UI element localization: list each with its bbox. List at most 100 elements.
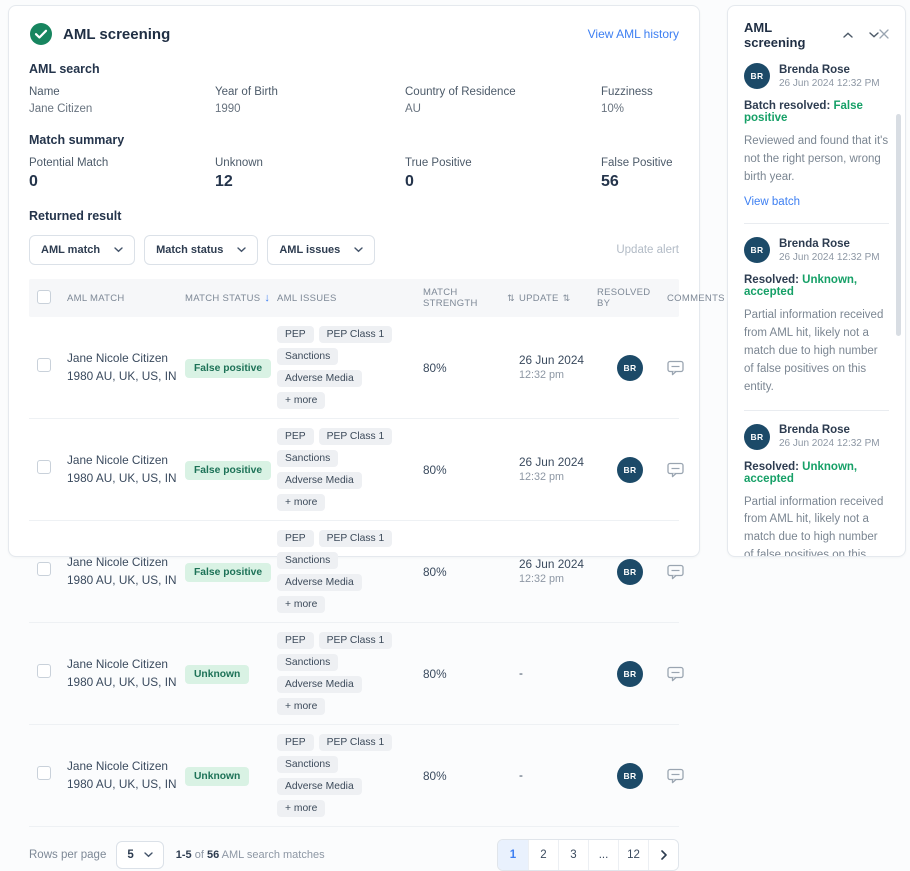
status-badge: Unknown — [185, 767, 249, 786]
select-all-checkbox[interactable] — [37, 290, 51, 304]
comment-item: BRBrenda Rose26 Jun 2024 12:32 PM Resolv… — [744, 224, 889, 410]
page-button-1[interactable]: 1 — [498, 840, 528, 870]
chevron-up-icon — [843, 32, 853, 38]
comment-body: Partial information received from AML hi… — [744, 494, 889, 558]
issue-chip-more[interactable]: + more — [277, 392, 325, 409]
pagination: 1 2 3 ... 12 — [497, 839, 679, 871]
status-badge: Unknown — [185, 665, 249, 684]
comment-icon[interactable] — [667, 462, 684, 478]
stat-value: 0 — [29, 173, 215, 191]
resolved-by-avatar[interactable]: BR — [617, 763, 643, 789]
status-badge: False positive — [185, 563, 271, 582]
stat-value: 56 — [601, 173, 679, 191]
issue-chip: Adverse Media — [277, 676, 362, 693]
table-row: Jane Nicole Citizen1980 AU, UK, US, IN U… — [29, 725, 679, 827]
row-checkbox[interactable] — [37, 664, 51, 678]
field-value: AU — [405, 103, 601, 115]
resolved-by-avatar[interactable]: BR — [617, 559, 643, 585]
next-page-button[interactable] — [648, 840, 678, 870]
comment-author: Brenda Rose — [779, 64, 880, 76]
comment-timestamp: 26 Jun 2024 12:32 PM — [779, 252, 880, 263]
update-time: 12:32 pm — [519, 470, 593, 485]
match-meta: 1980 AU, UK, US, IN — [67, 470, 181, 487]
comment-icon[interactable] — [667, 768, 684, 784]
field-label: Country of Residence — [405, 86, 601, 98]
stat-label: Unknown — [215, 157, 405, 169]
issue-chips: PEPPEP Class 1SanctionsAdverse Media+ mo… — [277, 428, 419, 511]
sidebar-scrollbar[interactable] — [896, 114, 901, 336]
comment-icon[interactable] — [667, 666, 684, 682]
filter-label: AML match — [41, 244, 100, 256]
status-badge: False positive — [185, 359, 271, 378]
rows-per-page-select[interactable]: 5 — [116, 841, 163, 869]
resolved-by-avatar[interactable]: BR — [617, 661, 643, 687]
panel-header: AML screening View AML history — [29, 22, 679, 46]
returned-result-heading: Returned result — [29, 209, 679, 223]
issue-chip-more[interactable]: + more — [277, 494, 325, 511]
comment-item: BRBrenda Rose26 Jun 2024 12:32 PM Batch … — [744, 50, 889, 224]
aml-issues-filter[interactable]: AML issues — [267, 235, 375, 265]
match-strength: 80% — [423, 667, 515, 681]
row-checkbox[interactable] — [37, 562, 51, 576]
issue-chip-more[interactable]: + more — [277, 698, 325, 715]
match-name: Jane Nicole Citizen — [67, 758, 181, 775]
comment-timestamp: 26 Jun 2024 12:32 PM — [779, 78, 880, 89]
issue-chip-more[interactable]: + more — [277, 596, 325, 613]
field-value: 10% — [601, 103, 679, 115]
field-label: Year of Birth — [215, 86, 405, 98]
comment-icon[interactable] — [667, 564, 684, 580]
issue-chip: PEP Class 1 — [319, 428, 393, 445]
row-checkbox[interactable] — [37, 358, 51, 372]
status-badge: False positive — [185, 461, 271, 480]
view-batch-link[interactable]: View batch — [744, 196, 800, 208]
issue-chip: PEP Class 1 — [319, 734, 393, 751]
comment-resolution: Resolved: Unknown, accepted — [744, 274, 889, 298]
chevron-down-icon — [237, 247, 246, 253]
table-footer: Rows per page 5 1-5 of 56 AML search mat… — [29, 839, 679, 871]
field-value: Jane Citizen — [29, 103, 215, 115]
col-match-strength[interactable]: MATCH STRENGTH⇅ — [423, 287, 515, 309]
result-range-text: 1-5 of 56 AML search matches — [176, 849, 325, 861]
update-alert-button[interactable]: Update alert — [616, 244, 679, 256]
comment-icon[interactable] — [667, 360, 684, 376]
field-label: Name — [29, 86, 215, 98]
collapse-up-button[interactable] — [843, 32, 853, 38]
issue-chip: PEP — [277, 530, 314, 547]
col-match-status[interactable]: MATCH STATUS↓ — [185, 292, 273, 304]
comments-sidebar: AML screening BRBrenda Rose26 Jun 2024 1… — [727, 5, 906, 557]
page-button-12[interactable]: 12 — [618, 840, 648, 870]
stat-value: 0 — [405, 173, 601, 191]
close-sidebar-button[interactable] — [879, 26, 889, 44]
issue-chips: PEPPEP Class 1SanctionsAdverse Media+ mo… — [277, 326, 419, 409]
field-label: Fuzziness — [601, 86, 679, 98]
match-name: Jane Nicole Citizen — [67, 452, 181, 469]
match-status-filter[interactable]: Match status — [144, 235, 258, 265]
page-title: AML screening — [63, 26, 170, 43]
update-date: - — [519, 665, 593, 682]
sort-icon[interactable]: ⇅ — [563, 293, 571, 304]
stat-label: False Positive — [601, 157, 679, 169]
update-date: 26 Jun 2024 — [519, 352, 593, 369]
issue-chip: PEP — [277, 428, 314, 445]
comment-avatar: BR — [744, 63, 770, 89]
page-button-3[interactable]: 3 — [558, 840, 588, 870]
view-aml-history-link[interactable]: View AML history — [588, 27, 679, 41]
resolved-by-avatar[interactable]: BR — [617, 457, 643, 483]
issue-chip: Sanctions — [277, 654, 338, 671]
resolved-by-avatar[interactable]: BR — [617, 355, 643, 381]
row-checkbox[interactable] — [37, 766, 51, 780]
comment-author: Brenda Rose — [779, 238, 880, 250]
page-ellipsis[interactable]: ... — [588, 840, 618, 870]
comment-body: Partial information received from AML hi… — [744, 307, 889, 396]
row-checkbox[interactable] — [37, 460, 51, 474]
comment-timestamp: 26 Jun 2024 12:32 PM — [779, 438, 880, 449]
issue-chip-more[interactable]: + more — [277, 800, 325, 817]
sort-desc-icon[interactable]: ↓ — [264, 292, 270, 304]
col-update[interactable]: UPDATE⇅ — [519, 293, 593, 304]
page-button-2[interactable]: 2 — [528, 840, 558, 870]
table-row: Jane Nicole Citizen1980 AU, UK, US, IN F… — [29, 521, 679, 623]
collapse-down-button[interactable] — [869, 32, 879, 38]
aml-match-filter[interactable]: AML match — [29, 235, 135, 265]
sort-icon[interactable]: ⇅ — [507, 293, 515, 304]
update-date: 26 Jun 2024 — [519, 454, 593, 471]
